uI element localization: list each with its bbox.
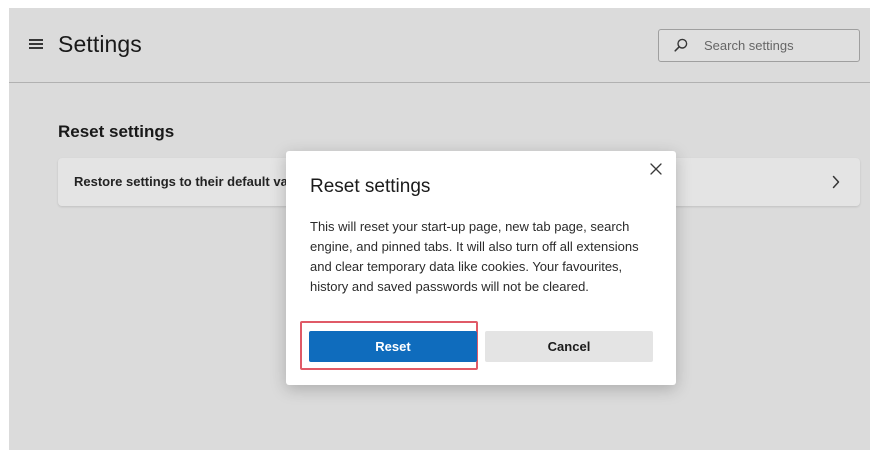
reset-button[interactable]: Reset <box>309 331 477 362</box>
dialog-body: This will reset your start-up page, new … <box>310 219 639 294</box>
reset-settings-dialog: Reset settings This will reset your star… <box>286 151 676 385</box>
settings-window: Settings Search settings Reset settings … <box>9 8 870 450</box>
cancel-button[interactable]: Cancel <box>485 331 653 362</box>
close-icon[interactable] <box>648 161 664 177</box>
dialog-title: Reset settings <box>310 176 431 197</box>
